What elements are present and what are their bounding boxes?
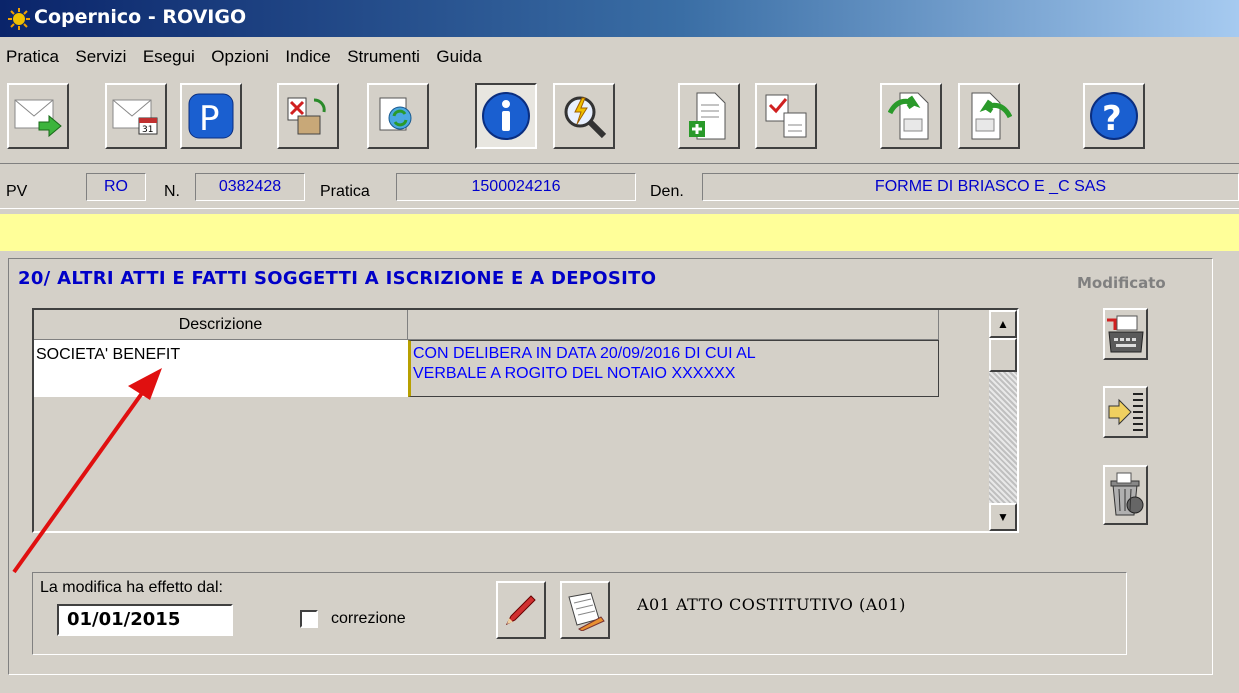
- document-undo-button[interactable]: [880, 83, 942, 149]
- hands-document-icon: [287, 97, 326, 135]
- effect-date-label: La modifica ha effetto dal:: [40, 579, 223, 596]
- detail-line-2: VERBALE A ROGITO DEL NOTAIO XXXXXX: [413, 365, 736, 382]
- document-undo-icon: [888, 92, 929, 140]
- delete-button[interactable]: [1103, 465, 1148, 525]
- typewriter-icon: [1106, 315, 1144, 353]
- mail-calendar-button[interactable]: 31: [105, 83, 167, 149]
- pratica-label: Pratica: [320, 183, 370, 200]
- insert-text-button[interactable]: [1103, 386, 1148, 438]
- n-label: N.: [164, 183, 180, 200]
- document-refresh-icon: [379, 97, 412, 131]
- document-redo-icon: [971, 92, 1012, 140]
- pratica-field[interactable]: 1500024216: [396, 173, 636, 201]
- menu-servizi[interactable]: Servizi: [75, 45, 126, 69]
- search-lightning-icon: [564, 96, 607, 139]
- status-label: Modificato: [1077, 274, 1166, 292]
- number-field[interactable]: 0382428: [195, 173, 305, 201]
- edit-button[interactable]: [496, 581, 546, 639]
- info-icon: [482, 92, 530, 140]
- window-title: Copernico - ROVIGO: [34, 6, 247, 28]
- documents-check-icon: [765, 94, 807, 138]
- arrow-up-icon: ▲: [997, 317, 1009, 331]
- arrow-down-icon: ▼: [997, 510, 1009, 524]
- scroll-down-button[interactable]: ▼: [989, 503, 1017, 531]
- svg-text:?: ?: [1102, 99, 1122, 139]
- detail-line-1: CON DELIBERA IN DATA 20/09/2016 DI CUI A…: [413, 345, 756, 362]
- svg-text:P: P: [199, 99, 220, 139]
- scroll-up-button[interactable]: ▲: [989, 310, 1017, 338]
- menu-bar: Pratica Servizi Esegui Opzioni Indice St…: [0, 45, 1239, 75]
- effect-date-input[interactable]: 01/01/2015: [57, 604, 233, 636]
- toolbar: 31 P ?: [0, 78, 1239, 160]
- svg-text:31: 31: [142, 125, 153, 135]
- pv-field[interactable]: RO: [86, 173, 146, 201]
- title-bar: Copernico - ROVIGO: [0, 0, 1239, 37]
- help-icon: ?: [1090, 92, 1138, 140]
- column-header-descrizione[interactable]: Descrizione: [34, 310, 408, 340]
- documents-check-button[interactable]: [755, 83, 817, 149]
- notes-button[interactable]: [560, 581, 610, 639]
- p-icon: P: [188, 93, 234, 139]
- pv-label: PV: [6, 183, 28, 200]
- trash-icon: [1110, 472, 1143, 516]
- denomination-field[interactable]: FORME DI BRIASCO E _C SAS: [702, 173, 1239, 201]
- info-button[interactable]: [475, 83, 537, 149]
- hands-document-button[interactable]: [277, 83, 339, 149]
- column-header-detail[interactable]: [408, 310, 939, 340]
- grid-cell-detail[interactable]: CON DELIBERA IN DATA 20/09/2016 DI CUI A…: [408, 340, 939, 397]
- menu-esegui[interactable]: Esegui: [143, 45, 195, 69]
- quick-search-button[interactable]: [553, 83, 615, 149]
- app-logo-icon: [8, 8, 30, 30]
- menu-strumenti[interactable]: Strumenti: [347, 45, 420, 69]
- envelope-send-icon: [14, 99, 62, 138]
- correzione-checkbox[interactable]: [300, 610, 318, 628]
- menu-guida[interactable]: Guida: [436, 45, 481, 69]
- document-redo-button[interactable]: [958, 83, 1020, 149]
- notepad-pencil-icon: [568, 592, 605, 631]
- correzione-label: correzione: [331, 610, 406, 627]
- typewriter-button[interactable]: [1103, 308, 1148, 360]
- document-add-icon: [689, 92, 726, 140]
- help-button[interactable]: ?: [1083, 83, 1145, 149]
- pencil-icon: [505, 595, 536, 626]
- arrow-list-icon: [1108, 393, 1143, 431]
- message-bar: [0, 214, 1239, 251]
- den-label: Den.: [650, 183, 684, 200]
- data-grid: Descrizione SOCIETA' BENEFIT CON DELIBER…: [32, 308, 1019, 533]
- menu-pratica[interactable]: Pratica: [6, 45, 59, 69]
- new-document-button[interactable]: [678, 83, 740, 149]
- scroll-thumb[interactable]: [989, 338, 1017, 372]
- atto-description: A01 ATTO COSTITUTIVO (A01): [637, 595, 906, 614]
- section-title: 20/ ALTRI ATTI E FATTI SOGGETTI A ISCRIZ…: [18, 268, 657, 289]
- annotation-arrow: [12, 368, 162, 574]
- menu-indice[interactable]: Indice: [285, 45, 330, 69]
- send-mail-button[interactable]: [7, 83, 69, 149]
- envelope-calendar-icon: 31: [112, 99, 158, 135]
- vertical-scrollbar[interactable]: ▲ ▼: [989, 310, 1017, 531]
- menu-opzioni[interactable]: Opzioni: [211, 45, 269, 69]
- p-button[interactable]: P: [180, 83, 242, 149]
- refresh-document-button[interactable]: [367, 83, 429, 149]
